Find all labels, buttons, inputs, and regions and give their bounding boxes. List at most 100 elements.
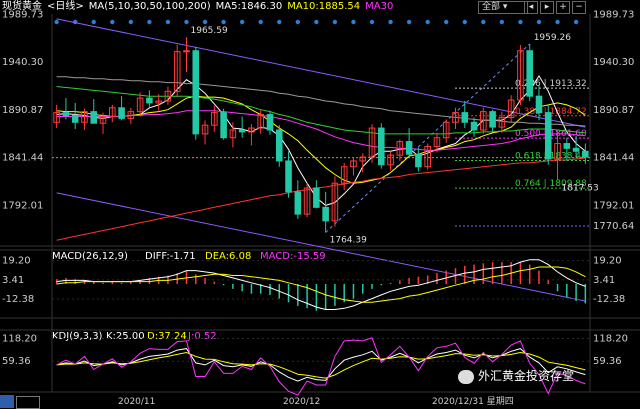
ma-line-ma50 — [56, 86, 586, 135]
x-tick-label: 2020/12 — [283, 397, 320, 407]
next-page-button[interactable]: ▸ — [540, 1, 554, 14]
candle-body — [285, 160, 292, 193]
prev-page-button[interactable]: ◂ — [524, 1, 538, 14]
event-marker — [499, 19, 505, 25]
candle-body — [544, 112, 552, 160]
y-tick-label-right: 1890.87 — [593, 105, 634, 116]
kdj-j: J:0.52 — [187, 331, 217, 342]
event-marker — [462, 19, 467, 25]
candle-body — [526, 50, 533, 97]
kdj-y-tick-right: 59.36 — [593, 356, 622, 367]
kdj-y-tick-right: 118.20 — [593, 333, 628, 344]
kdj-label: KDJ(9,3,3) — [52, 331, 103, 342]
event-marker — [444, 19, 449, 25]
event-marker — [110, 19, 115, 25]
candle-body — [220, 112, 227, 139]
candle-body — [266, 114, 274, 131]
macd-y-tick: 19.20 — [2, 256, 31, 267]
candle-body — [146, 97, 153, 104]
candle-body — [535, 95, 543, 114]
ma30-label: MA30 — [365, 1, 394, 12]
candle-body — [461, 112, 469, 123]
ma-line-ma5 — [56, 74, 586, 206]
y-tick-label-right: 1770.64 — [593, 221, 634, 232]
candle-body — [378, 127, 385, 166]
event-marker — [314, 19, 319, 25]
event-marker — [573, 19, 579, 25]
event-marker — [332, 19, 338, 25]
macd-y-tick-right: 19.20 — [593, 256, 622, 267]
candle-body — [275, 129, 283, 162]
macd-y-tick-right: 3.41 — [593, 275, 615, 286]
event-marker — [518, 19, 523, 25]
ma-line-ma100 — [56, 76, 586, 127]
event-marker — [295, 19, 301, 25]
zoom-out-button[interactable]: − — [572, 1, 586, 14]
event-marker — [536, 19, 542, 25]
fib-level-label: 0.236 | 1913.32 — [515, 79, 587, 89]
watermark: 外汇黄金投资存堂 — [458, 367, 574, 384]
kdj-k: K:25.00 — [106, 331, 145, 342]
y-tick-label: 1890.87 — [2, 105, 43, 116]
watermark-text: 外汇黄金投资存堂 — [478, 369, 575, 383]
zoom-in-button[interactable]: + — [556, 1, 570, 14]
price-annotation: 1764.39 — [330, 235, 367, 245]
candle-body — [415, 153, 422, 168]
y-tick-label-right: 1940.30 — [593, 57, 634, 68]
kdj-y-tick: 118.20 — [2, 333, 37, 344]
event-marker — [351, 19, 356, 25]
candle-body — [322, 206, 329, 222]
candle-body — [294, 191, 302, 215]
event-marker — [202, 19, 208, 25]
channel-lower-line — [56, 192, 586, 302]
x-tick-label: 2020/11 — [118, 397, 155, 407]
y-tick-label: 1792.01 — [2, 200, 43, 211]
event-marker — [147, 19, 152, 25]
macd-y-tick: 3.41 — [2, 275, 24, 286]
candle-body — [563, 143, 571, 149]
candle-body — [470, 121, 478, 131]
event-marker — [239, 19, 245, 25]
range-dropdown-label: 全部 — [482, 2, 501, 12]
scroll-handle[interactable] — [16, 396, 40, 409]
chart-canvas: 1989.73 1989.731940.30 1940.301890.87 1890.… — [0, 9, 640, 407]
channel-upper-line — [56, 18, 586, 128]
event-marker — [388, 19, 393, 25]
y-tick-label-right: 1841.44 — [593, 153, 634, 164]
macd-y-tick-right: -12.38 — [593, 294, 625, 305]
y-tick-label: 1940.30 — [2, 57, 43, 68]
event-marker — [91, 19, 96, 25]
candle-body — [489, 111, 496, 128]
kdj-y-tick: 59.36 — [2, 356, 31, 367]
y-tick-label: 1841.44 — [2, 153, 43, 164]
candle-body — [71, 115, 79, 123]
price-annotation: 1959.26 — [534, 33, 571, 43]
candle-body — [183, 50, 190, 53]
candle-body — [582, 150, 589, 158]
range-dropdown[interactable]: 全部 ▾ — [478, 1, 528, 14]
macd-y-tick: -12.38 — [2, 294, 34, 305]
scroll-left-button[interactable] — [0, 395, 14, 408]
event-marker — [221, 19, 226, 25]
event-marker — [258, 19, 263, 25]
candle-body — [192, 50, 200, 135]
event-marker — [406, 19, 412, 25]
ma-line-ma200 — [56, 157, 586, 241]
event-marker — [165, 19, 171, 25]
y-tick-label-right: 1792.01 — [593, 200, 634, 211]
kdj-d: D:37.24 — [147, 331, 187, 342]
event-marker — [54, 19, 59, 25]
price-annotation: 1965.59 — [191, 26, 228, 36]
event-marker — [369, 19, 375, 25]
period-label[interactable]: <日线> — [47, 1, 84, 12]
x-tick-label: 2020/12/31 星期四 — [432, 396, 514, 407]
ma-line-ma10 — [56, 95, 586, 184]
event-marker — [425, 19, 430, 25]
event-marker — [277, 19, 282, 25]
candle-body — [313, 187, 320, 208]
ma5-value: MA5:1846.30 — [215, 1, 283, 12]
candle-body — [572, 147, 580, 152]
price-annotation: 1817.53 — [562, 183, 599, 193]
ma10-value: MA10:1885.54 — [287, 1, 361, 12]
candle-body — [118, 107, 125, 119]
